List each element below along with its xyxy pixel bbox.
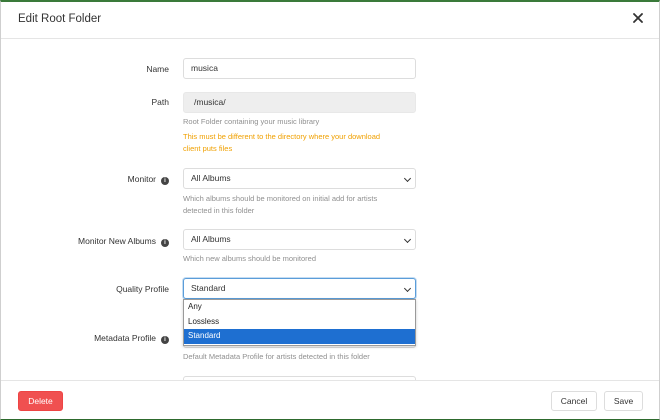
close-icon[interactable]	[631, 11, 645, 25]
save-button[interactable]: Save	[604, 391, 643, 411]
monitor-label: Monitor i	[128, 174, 169, 185]
quality-profile-dropdown: Any Lossless Standard	[183, 299, 416, 346]
modal-body: Name musica Path /musica/ Root Folder co…	[1, 40, 659, 380]
monitor-help-line2: detected in this folder	[183, 206, 255, 215]
quality-profile-label: Quality Profile	[116, 284, 169, 294]
modal-header: Edit Root Folder	[1, 2, 659, 39]
metadata-profile-label-text: Metadata Profile	[94, 333, 156, 343]
modal-title: Edit Root Folder	[18, 13, 102, 25]
monitor-help-line1: Which albums should be monitored on init…	[183, 194, 378, 203]
metadata-profile-help: Default Metadata Profile for artists det…	[183, 352, 370, 361]
info-icon[interactable]: i	[161, 177, 169, 185]
path-warning-line2: client puts files	[183, 144, 233, 153]
dropdown-option[interactable]: Lossless	[184, 315, 415, 330]
path-input: /musica/	[183, 92, 416, 113]
name-label: Name	[146, 64, 169, 74]
info-icon[interactable]: i	[161, 336, 169, 344]
path-help-text: Root Folder containing your music librar…	[183, 117, 320, 126]
monitor-new-albums-label-text: Monitor New Albums	[78, 236, 156, 246]
monitor-select[interactable]: All Albums	[183, 168, 416, 189]
quality-profile-select[interactable]: Standard	[183, 278, 416, 299]
metadata-profile-label: Metadata Profile i	[94, 333, 169, 344]
delete-button[interactable]: Delete	[18, 391, 63, 411]
info-icon[interactable]: i	[161, 239, 169, 247]
dropdown-option-selected[interactable]: Standard	[184, 329, 415, 344]
name-input[interactable]: musica	[183, 58, 416, 79]
edit-root-folder-modal: Edit Root Folder Name musica Path /music…	[0, 0, 660, 420]
monitor-new-albums-help: Which new albums should be monitored	[183, 254, 316, 263]
path-warning-line1: This must be different to the directory …	[183, 132, 381, 141]
cancel-button[interactable]: Cancel	[551, 391, 597, 411]
monitor-new-albums-select[interactable]: All Albums	[183, 229, 416, 250]
path-label: Path	[151, 97, 170, 107]
monitor-label-text: Monitor	[127, 174, 156, 184]
modal-footer: Delete Cancel Save	[1, 380, 659, 419]
dropdown-option[interactable]: Any	[184, 300, 415, 315]
monitor-new-albums-label: Monitor New Albums i	[78, 236, 169, 247]
